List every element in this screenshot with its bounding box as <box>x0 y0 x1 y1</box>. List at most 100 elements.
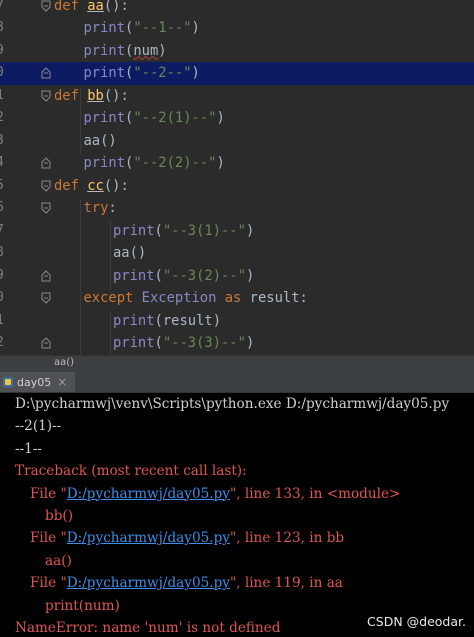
code-line[interactable]: 0 except Exception as result: <box>0 287 474 310</box>
code-text: try: <box>84 197 117 220</box>
code-line[interactable]: 8 aa() <box>0 242 474 265</box>
console-output-line: --1-- <box>15 438 42 460</box>
line-number[interactable]: 0 <box>0 287 10 310</box>
line-number[interactable]: 0 <box>0 62 10 85</box>
code-token: ) <box>216 155 225 171</box>
line-number[interactable]: 8 <box>0 242 10 265</box>
code-token: : <box>108 200 117 216</box>
code-token: "--2(2)--" <box>133 155 217 171</box>
code-token: "--3(1)--" <box>162 222 246 239</box>
code-token: (): <box>103 0 129 14</box>
console-text: ", line 123, in bb <box>229 530 345 547</box>
console-text: D:\pycharmwj\venv\Scripts\python.exe D:/… <box>15 396 450 412</box>
console-text: File " <box>30 530 67 547</box>
close-icon[interactable]: × <box>57 375 67 389</box>
file-link[interactable]: D:/pycharmwj/day05.py <box>67 486 230 502</box>
tab-run-day05[interactable]: day05 × <box>0 372 76 392</box>
code-text: except Exception as result: <box>84 287 308 310</box>
code-line[interactable]: 5 def cc(): <box>0 175 474 198</box>
code-token: def <box>54 177 88 194</box>
code-token: "--3(2)--" <box>162 267 246 284</box>
breadcrumb[interactable]: aa() <box>0 355 474 373</box>
file-link[interactable]: D:/pycharmwj/day05.py <box>67 575 230 591</box>
code-editor[interactable]: 7def aa():8print("--1--")9print(num)0pri… <box>0 0 474 355</box>
code-token: print <box>113 335 155 351</box>
code-token: cc <box>87 177 104 194</box>
code-text: print("--2(2)--") <box>84 152 225 175</box>
code-line[interactable]: 6 try: <box>0 197 474 220</box>
breadcrumb-item-function[interactable]: aa() <box>54 357 74 368</box>
fold-end-marker-icon[interactable] <box>40 269 52 282</box>
line-number[interactable]: 2 <box>0 107 10 130</box>
console-text: Traceback (most recent call last): <box>15 463 247 480</box>
line-number[interactable]: 8 <box>0 17 10 40</box>
code-line[interactable]: 9 print(num) <box>0 40 474 63</box>
code-token: ) <box>245 335 255 351</box>
code-line[interactable]: 3 aa() <box>0 130 474 153</box>
code-text: aa() <box>84 130 117 153</box>
code-token: except <box>83 290 142 306</box>
fold-end-marker-icon[interactable] <box>40 157 52 169</box>
code-line[interactable]: 2 print("--3(3)--") <box>0 332 474 355</box>
line-number[interactable]: 5 <box>0 175 10 198</box>
line-number[interactable]: 6 <box>0 197 10 220</box>
console-text: ", line 119, in aa <box>229 575 343 592</box>
code-token: ) <box>191 65 200 81</box>
code-line[interactable]: 8 print("--1--") <box>0 17 474 40</box>
code-token: bb <box>87 87 104 104</box>
console-error-line: File "D:/pycharmwj/day05.py", line 133, … <box>30 483 400 505</box>
code-token: print <box>83 155 126 171</box>
code-token: aa <box>113 245 130 261</box>
code-line[interactable]: 4 print("--2(2)--") <box>0 152 474 175</box>
line-number[interactable]: 7 <box>0 220 10 243</box>
code-token: aa <box>87 0 104 14</box>
console-text: bb() <box>45 508 74 524</box>
fold-marker-icon[interactable] <box>40 0 52 12</box>
fold-end-marker-icon[interactable] <box>40 67 52 79</box>
code-text: print("--1--") <box>84 17 200 40</box>
code-token: Exception <box>141 290 225 306</box>
console-error-line: NameError: name 'num' is not defined <box>15 617 280 637</box>
fold-end-marker-icon[interactable] <box>40 337 52 349</box>
console-text: --1-- <box>15 440 43 457</box>
run-console-output[interactable]: D:\pycharmwj\venv\Scripts\python.exe D:/… <box>0 393 474 637</box>
code-token: print <box>83 110 126 126</box>
console-text: File " <box>30 575 67 592</box>
line-number[interactable]: 9 <box>0 265 10 288</box>
fold-marker-icon[interactable] <box>40 180 52 192</box>
fold-marker-icon[interactable] <box>40 202 52 214</box>
code-token: ) <box>191 20 200 36</box>
code-token: "--1--" <box>133 20 192 36</box>
console-text: ", line 133, in <module> <box>229 485 401 502</box>
code-token: (): <box>103 87 129 104</box>
line-number[interactable]: 1 <box>0 85 10 108</box>
code-token: (result) <box>154 312 221 329</box>
fold-marker-icon[interactable] <box>40 90 52 102</box>
console-text: print(num) <box>45 597 120 614</box>
code-token: aa <box>83 132 101 149</box>
line-number[interactable]: 7 <box>0 0 10 17</box>
code-line-current[interactable]: 0 print("--2--") <box>0 62 474 85</box>
line-number[interactable]: 1 <box>0 310 10 333</box>
code-token: "--3(3)--" <box>162 335 246 351</box>
line-number[interactable]: 9 <box>0 40 10 63</box>
fold-marker-icon[interactable] <box>40 292 52 304</box>
code-line[interactable]: 9 print("--3(2)--") <box>0 265 474 288</box>
line-number[interactable]: 4 <box>0 152 10 175</box>
code-text: print(num) <box>84 40 167 63</box>
file-link[interactable]: D:/pycharmwj/day05.py <box>67 530 230 546</box>
code-line[interactable]: 1 print(result) <box>0 310 474 333</box>
code-line[interactable]: 2 print("--2(1)--") <box>0 107 474 130</box>
line-number[interactable]: 2 <box>0 332 10 355</box>
line-number[interactable]: 3 <box>0 130 10 153</box>
code-text: print("--2(1)--") <box>84 107 225 130</box>
tab-label: day05 <box>17 375 52 389</box>
code-text: print("--3(3)--") <box>113 332 254 355</box>
code-line[interactable]: 7 print("--3(1)--") <box>0 220 474 243</box>
console-text: File " <box>30 485 67 502</box>
console-error-line: File "D:/pycharmwj/day05.py", line 119, … <box>30 572 343 594</box>
code-token: ) <box>158 42 167 59</box>
code-line[interactable]: 1 def bb(): <box>0 85 474 108</box>
code-line[interactable]: 7 def aa(): <box>0 0 474 17</box>
code-token: ) <box>245 267 255 284</box>
